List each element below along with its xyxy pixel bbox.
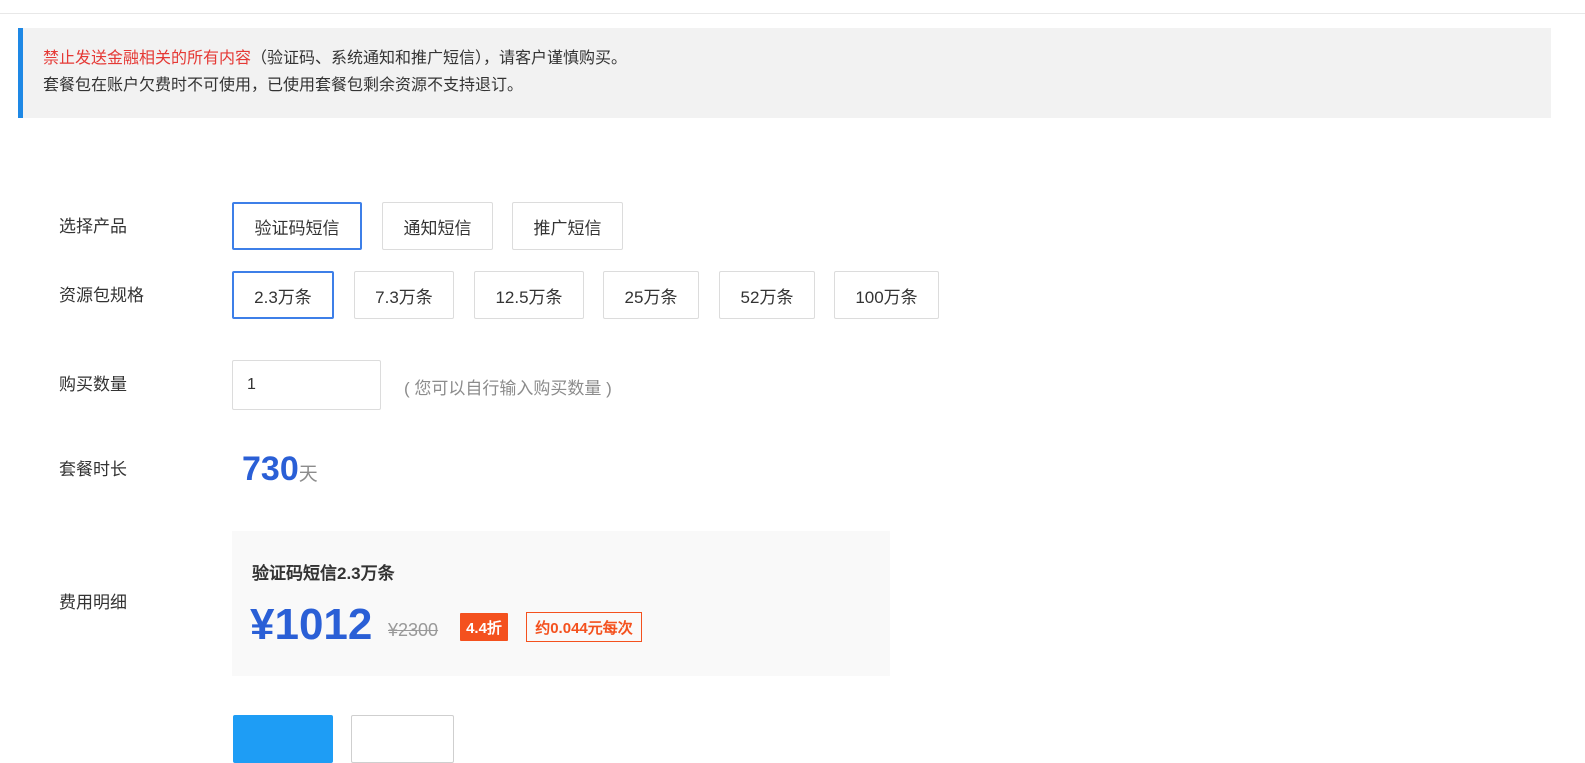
package-size-label: 资源包规格 — [59, 286, 144, 305]
package-option-100w[interactable]: 100万条 — [834, 271, 939, 319]
quantity-input[interactable] — [232, 360, 381, 410]
product-label: 选择产品 — [59, 217, 127, 236]
duration-number: 730 — [242, 450, 299, 488]
duration-label: 套餐时长 — [59, 460, 127, 479]
product-option-verification[interactable]: 验证码短信 — [232, 202, 362, 250]
package-option-2-3w[interactable]: 2.3万条 — [232, 271, 334, 319]
notice-warning: 禁止发送金融相关的所有内容 — [43, 50, 252, 67]
product-option-notification[interactable]: 通知短信 — [382, 202, 493, 250]
notice-line-2: 套餐包在账户欠费时不可使用，已使用套餐包剩余资源不支持退订。 — [43, 77, 524, 94]
package-option-25w[interactable]: 25万条 — [603, 271, 699, 319]
discount-badge: 4.4折 — [460, 613, 508, 641]
cost-title: 验证码短信2.3万条 — [252, 564, 395, 583]
secondary-button[interactable] — [351, 715, 454, 763]
package-option-12-5w[interactable]: 12.5万条 — [474, 271, 584, 319]
price: ¥1012 — [250, 600, 373, 649]
package-option-7-3w[interactable]: 7.3万条 — [354, 271, 454, 319]
duration-unit: 天 — [298, 464, 318, 485]
cost-label: 费用明细 — [59, 593, 127, 612]
quantity-hint: ( 您可以自行输入购买数量 ) — [404, 379, 612, 398]
cost-detail-panel: 验证码短信2.3万条 ¥1012 ¥2300 4.4折 约0.044元每次 — [232, 531, 890, 676]
notice-line-1: 禁止发送金融相关的所有内容（验证码、系统通知和推广短信），请客户谨慎购买。 — [43, 45, 1551, 72]
per-unit-price-badge: 约0.044元每次 — [526, 612, 642, 642]
notice-warning-suffix: （验证码、系统通知和推广短信），请客户谨慎购买。 — [251, 50, 628, 67]
original-price: ¥2300 — [388, 620, 439, 640]
quantity-label: 购买数量 — [59, 375, 127, 394]
product-option-promotion[interactable]: 推广短信 — [512, 202, 623, 250]
duration-value: 730天 — [242, 450, 318, 489]
package-option-52w[interactable]: 52万条 — [719, 271, 815, 319]
buy-button[interactable] — [233, 715, 333, 763]
top-divider — [0, 13, 1585, 14]
notice-banner: 禁止发送金融相关的所有内容（验证码、系统通知和推广短信），请客户谨慎购买。 套餐… — [18, 28, 1551, 118]
